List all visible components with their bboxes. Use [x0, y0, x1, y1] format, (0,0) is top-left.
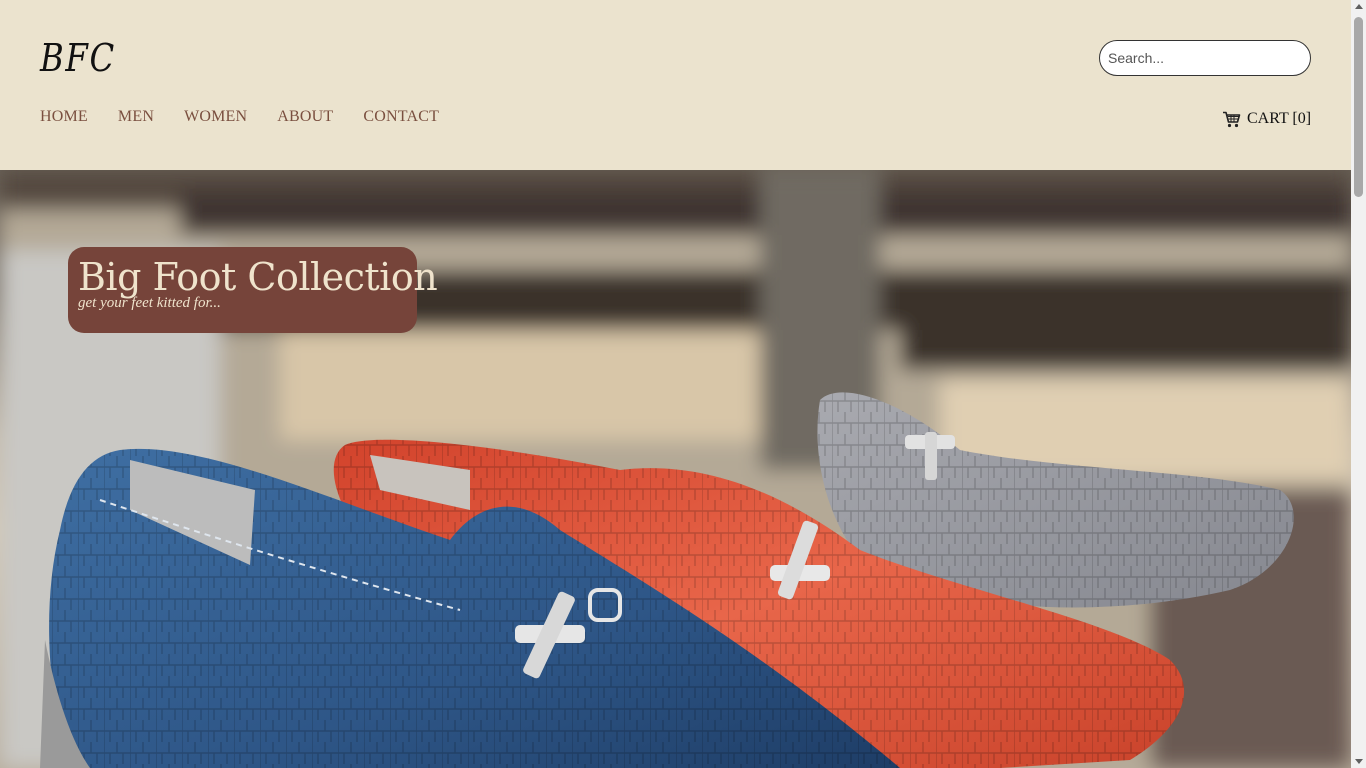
- search-input[interactable]: [1099, 40, 1311, 76]
- vertical-scrollbar[interactable]: [1351, 0, 1366, 768]
- main-nav: HOME MEN WOMEN ABOUT CONTACT: [40, 108, 439, 126]
- nav-home[interactable]: HOME: [40, 108, 88, 126]
- page: BFC HOME MEN WOMEN ABOUT CONTACT CART [0…: [0, 0, 1351, 768]
- scroll-up-arrow-icon[interactable]: [1355, 4, 1363, 9]
- site-logo[interactable]: BFC: [40, 36, 116, 80]
- scroll-thumb[interactable]: [1354, 17, 1363, 197]
- scroll-down-arrow-icon[interactable]: [1355, 759, 1363, 764]
- cart-label: CART [0]: [1247, 110, 1312, 127]
- nav-men[interactable]: MEN: [118, 108, 154, 126]
- nav-women[interactable]: WOMEN: [184, 108, 247, 126]
- cart-link[interactable]: CART [0]: [1222, 110, 1311, 128]
- hero-title-badge: Big Foot Collection get your feet kitted…: [68, 247, 438, 333]
- nav-contact[interactable]: CONTACT: [363, 108, 439, 126]
- nav-about[interactable]: ABOUT: [277, 108, 333, 126]
- shopping-cart-icon: [1223, 111, 1241, 127]
- hero-title: Big Foot Collection: [78, 255, 438, 299]
- site-header: BFC HOME MEN WOMEN ABOUT CONTACT CART [0…: [0, 0, 1351, 170]
